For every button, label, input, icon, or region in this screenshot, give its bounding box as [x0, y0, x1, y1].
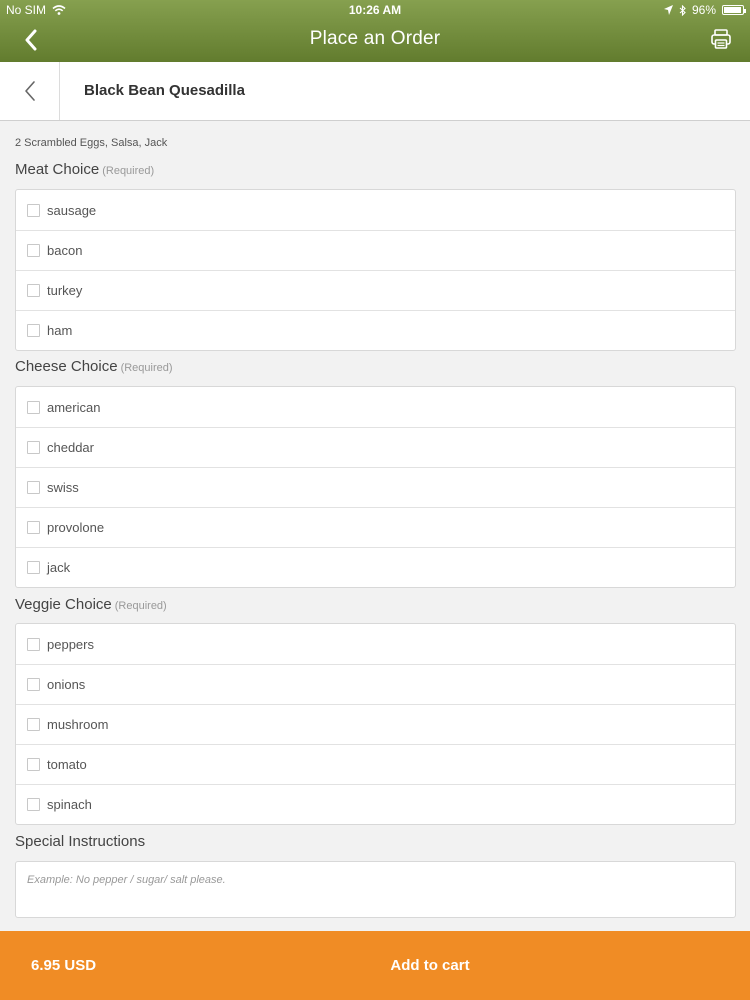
checkbox[interactable]: [27, 441, 40, 454]
cart-footer: 6.95 USD Add to cart: [0, 931, 750, 1000]
option-label: onions: [47, 677, 86, 692]
section-title-veggie: Veggie Choice (Required): [15, 596, 167, 613]
option-bacon[interactable]: bacon: [16, 230, 735, 270]
app-header: No SIM 10:26 AM 96% Place an Order: [0, 0, 750, 62]
option-provolone[interactable]: provolone: [16, 507, 735, 547]
option-label: ham: [47, 323, 73, 338]
location-arrow-icon: [663, 5, 673, 15]
battery-icon: [722, 5, 746, 15]
option-label: provolone: [47, 520, 105, 535]
section-title-text: Veggie Choice: [15, 596, 112, 613]
option-label: tomato: [47, 757, 87, 772]
item-header: Black Bean Quesadilla: [0, 62, 750, 121]
battery-percent: 96%: [691, 3, 716, 17]
section-title-text: Cheese Choice: [15, 358, 118, 375]
option-label: sausage: [47, 202, 97, 218]
section-title-cheese: Cheese Choice (Required): [15, 358, 173, 375]
option-sausage[interactable]: sausage: [16, 190, 735, 230]
checkbox[interactable]: [27, 244, 40, 257]
section-title-text: Meat Choice: [15, 161, 100, 178]
bluetooth-icon: [679, 4, 686, 16]
option-tomato[interactable]: tomato: [16, 744, 735, 784]
required-label: (Required): [114, 600, 167, 612]
option-list-veggie: peppers onions mushroom tomato spinach: [15, 623, 736, 825]
checkbox[interactable]: [27, 798, 40, 811]
option-peppers[interactable]: peppers: [16, 624, 735, 664]
item-back-button[interactable]: [0, 62, 60, 120]
printer-icon: [711, 29, 731, 49]
required-label: (Required): [102, 165, 155, 177]
required-label: (Required): [120, 362, 173, 374]
checkbox[interactable]: [27, 203, 40, 217]
option-spinach[interactable]: spinach: [16, 784, 735, 824]
option-jack[interactable]: jack: [16, 547, 735, 587]
status-time: 10:26 AM: [348, 3, 402, 17]
option-cheddar[interactable]: cheddar: [16, 427, 735, 467]
option-list-cheese: american cheddar swiss provolone jack: [15, 386, 736, 588]
option-mushroom[interactable]: mushroom: [16, 704, 735, 744]
section-title-meat: Meat Choice (Required): [15, 161, 154, 178]
option-label: american: [47, 399, 101, 415]
checkbox[interactable]: [27, 561, 40, 574]
price-label: 6.95 USD: [31, 957, 97, 974]
checkbox[interactable]: [27, 758, 40, 771]
checkbox[interactable]: [27, 400, 40, 414]
checkbox[interactable]: [27, 481, 40, 494]
option-list-meat: sausage bacon turkey ham: [15, 189, 736, 351]
special-instructions-input[interactable]: [15, 861, 736, 918]
checkbox[interactable]: [27, 637, 40, 651]
option-label: jack: [47, 560, 71, 575]
option-swiss[interactable]: swiss: [16, 467, 735, 507]
option-label: bacon: [47, 243, 83, 258]
option-label: cheddar: [47, 440, 94, 455]
item-title: Black Bean Quesadilla: [84, 82, 245, 99]
special-instructions-title: Special Instructions: [15, 833, 146, 850]
checkbox[interactable]: [27, 521, 40, 534]
option-onions[interactable]: onions: [16, 664, 735, 704]
option-turkey[interactable]: turkey: [16, 270, 735, 310]
item-description: 2 Scrambled Eggs, Salsa, Jack: [15, 137, 168, 149]
checkbox[interactable]: [27, 678, 40, 691]
chevron-left-icon: [24, 81, 35, 101]
checkbox[interactable]: [27, 284, 40, 297]
option-ham[interactable]: ham: [16, 310, 735, 350]
option-label: mushroom: [47, 717, 109, 732]
option-label: spinach: [47, 797, 92, 812]
print-button[interactable]: [708, 26, 734, 52]
option-label: swiss: [47, 480, 79, 495]
page-title: Place an Order: [309, 28, 441, 49]
add-to-cart-button[interactable]: Add to cart: [250, 931, 610, 1000]
option-label: turkey: [47, 283, 83, 298]
checkbox[interactable]: [27, 324, 40, 337]
option-american[interactable]: american: [16, 387, 735, 427]
status-bar: No SIM 10:26 AM 96%: [0, 0, 750, 20]
option-label: peppers: [47, 636, 94, 652]
checkbox[interactable]: [27, 718, 40, 731]
